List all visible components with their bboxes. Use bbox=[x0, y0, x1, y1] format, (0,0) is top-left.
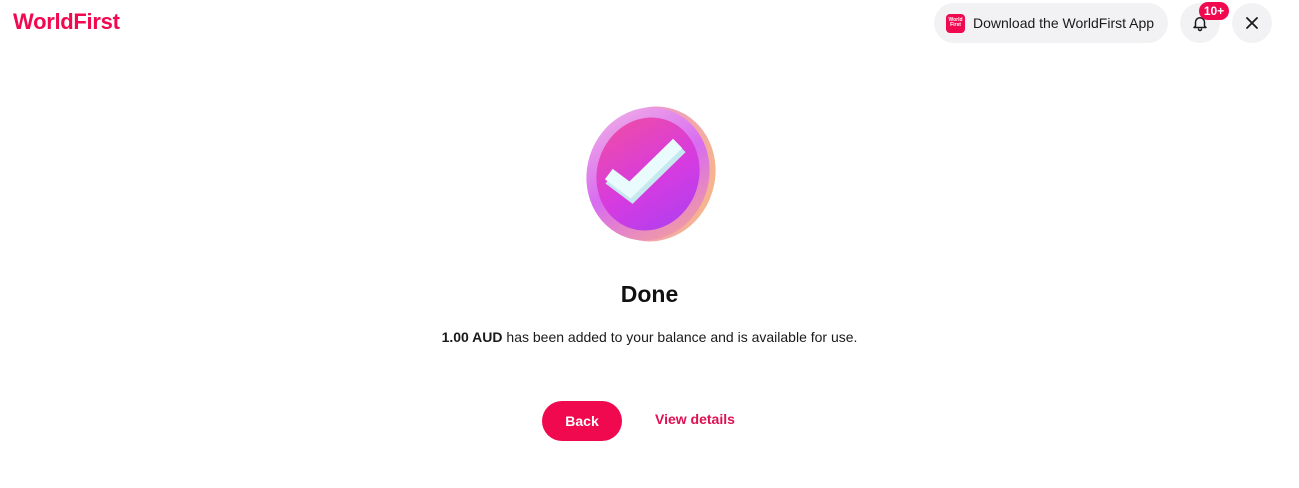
worldfirst-app-icon: World First bbox=[946, 13, 965, 33]
status-message-text: has been added to your balance and is av… bbox=[502, 329, 858, 345]
notification-count-badge: 10+ bbox=[1199, 2, 1229, 20]
close-button[interactable] bbox=[1232, 3, 1272, 43]
download-app-label: Download the WorldFirst App bbox=[973, 15, 1155, 31]
worldfirst-logo[interactable]: WorldFirst bbox=[13, 9, 120, 35]
checkmark-coin-icon bbox=[586, 106, 716, 242]
top-bar: WorldFirst World First Download the Worl… bbox=[0, 0, 1299, 48]
view-details-link[interactable]: View details bbox=[655, 411, 735, 427]
status-message: 1.00 AUD has been added to your balance … bbox=[0, 329, 1299, 345]
download-app-button[interactable]: World First Download the WorldFirst App bbox=[934, 3, 1168, 43]
close-icon bbox=[1246, 17, 1258, 29]
status-title: Done bbox=[620, 281, 679, 307]
amount-value: 1.00 AUD bbox=[441, 329, 503, 345]
back-button[interactable]: Back bbox=[542, 401, 622, 441]
